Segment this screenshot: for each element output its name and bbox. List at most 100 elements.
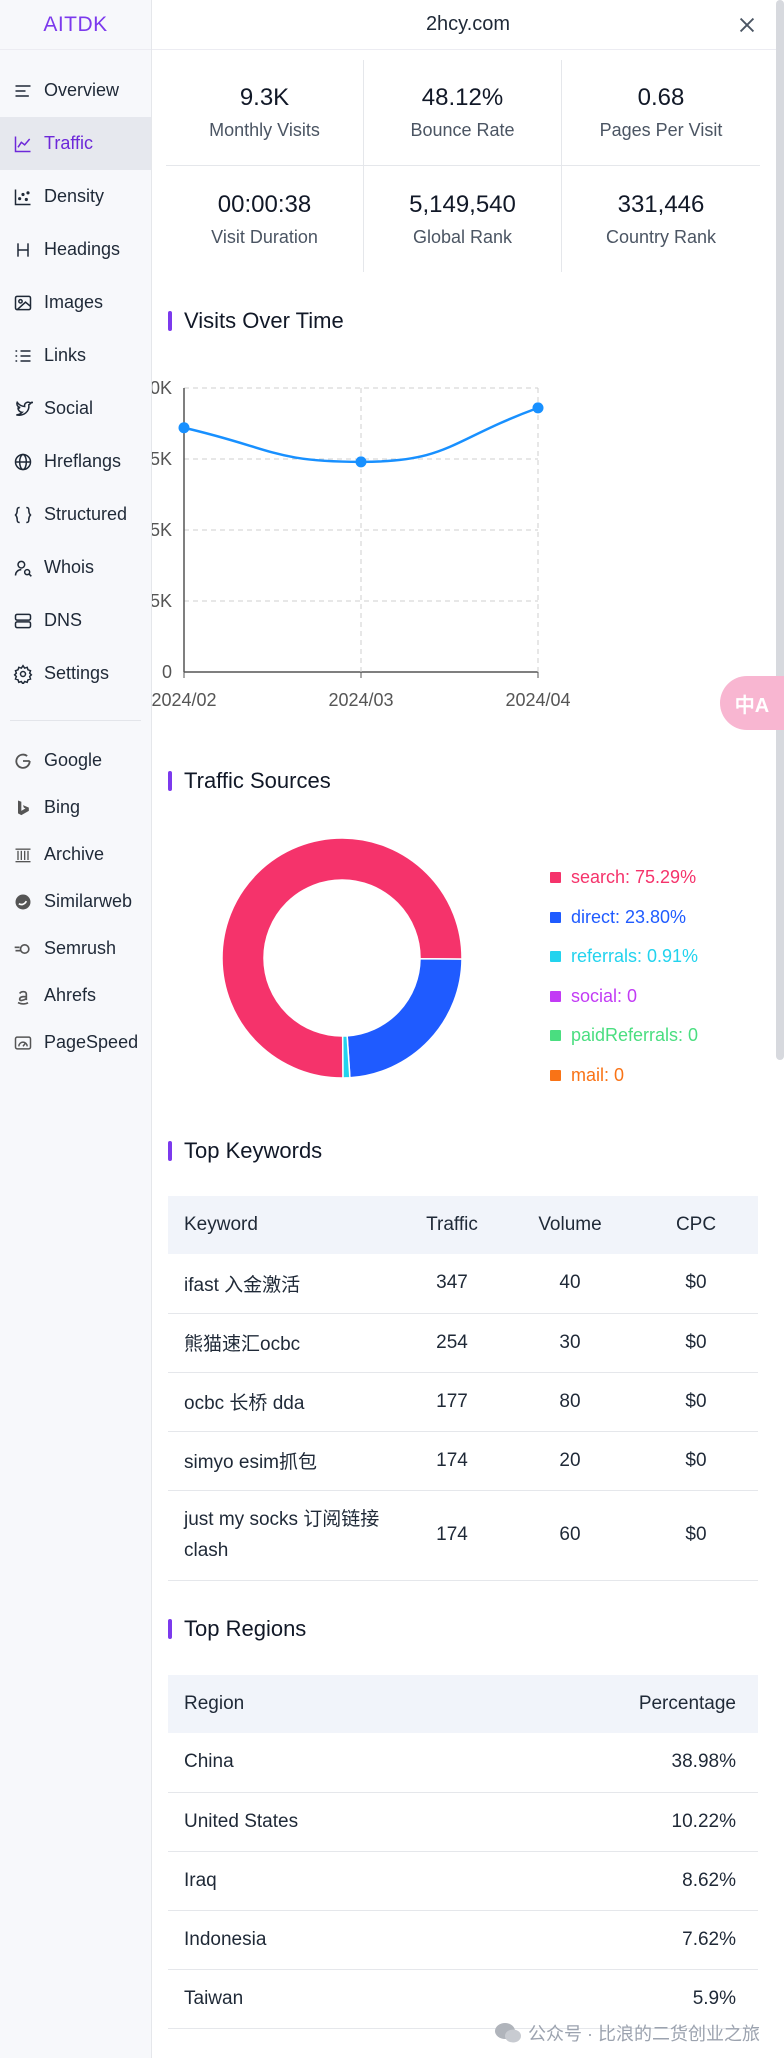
sidebar: AITDK Overview Traffic Density Headings … xyxy=(0,0,152,2058)
stat-value: 5,149,540 xyxy=(409,190,516,218)
section-accent-bar xyxy=(168,1619,172,1639)
sidebar-divider xyxy=(10,720,141,721)
density-icon xyxy=(12,186,34,208)
stat-country-rank: 331,446 Country Rank xyxy=(562,166,760,272)
brand-logo[interactable]: AITDK xyxy=(0,0,151,50)
external-link-pagespeed[interactable]: PageSpeed xyxy=(0,1019,151,1066)
column-header[interactable]: CPC xyxy=(634,1196,758,1254)
data-point xyxy=(355,456,367,468)
legend-item-social[interactable]: social: 0 xyxy=(550,977,698,1017)
stat-value: 00:00:38 xyxy=(217,190,312,218)
social-icon xyxy=(12,398,34,420)
sidebar-item-settings[interactable]: Settings xyxy=(0,647,151,700)
watermark: 公众号 · 比浪的二货创业之旅 xyxy=(494,2020,760,2046)
percentage-cell: 10.22% xyxy=(475,1792,758,1852)
globe-icon xyxy=(12,451,34,473)
translate-button[interactable]: 中A xyxy=(720,676,784,730)
section-title-sources: Traffic Sources xyxy=(168,768,331,794)
similarweb-icon xyxy=(12,891,34,913)
sidebar-item-whois[interactable]: Whois xyxy=(0,541,151,594)
sidebar-item-overview[interactable]: Overview xyxy=(0,64,151,117)
region-cell: Iraq xyxy=(168,1851,476,1911)
keyword-cell: 熊猫速汇ocbc xyxy=(168,1313,398,1373)
legend-label: referrals: 0.91% xyxy=(571,946,699,967)
traffic-cell: 174 xyxy=(398,1431,506,1491)
legend-swatch xyxy=(550,1069,561,1081)
sidebar-item-headings[interactable]: Headings xyxy=(0,223,151,276)
sidebar-item-label: Hreflangs xyxy=(44,451,122,471)
column-header[interactable]: Keyword xyxy=(168,1196,398,1254)
section-accent-bar xyxy=(168,1141,172,1161)
percentage-cell: 38.98% xyxy=(475,1733,758,1793)
region-cell: China xyxy=(168,1733,476,1793)
bing-icon xyxy=(12,797,34,819)
volume-cell: 60 xyxy=(506,1490,634,1581)
sidebar-item-label: Density xyxy=(44,186,105,206)
table-row: ifast 入金激活 347 40 $0 xyxy=(168,1254,758,1314)
external-link-similarweb[interactable]: Similarweb xyxy=(0,878,151,925)
section-title-text: Top Keywords xyxy=(184,1138,323,1163)
main-panel: 2hcy.com 9.3K Monthly Visits 48.12% Boun… xyxy=(152,0,784,2058)
percentage-cell: 8.62% xyxy=(475,1851,758,1911)
translate-icon: 中A xyxy=(734,694,770,717)
cpc-cell: $0 xyxy=(634,1372,758,1432)
close-button[interactable] xyxy=(734,12,760,38)
external-link-ahrefs[interactable]: Ahrefs xyxy=(0,972,151,1019)
keyword-cell: ifast 入金激活 xyxy=(168,1254,398,1314)
external-link-label: Semrush xyxy=(44,938,117,958)
stat-label: Monthly Visits xyxy=(209,120,320,140)
sidebar-item-images[interactable]: Images xyxy=(0,276,151,329)
column-header[interactable]: Percentage xyxy=(475,1675,758,1733)
visits-line-chart: 0 2.5K 5K 7.5K 10K 2024/02 2024/03 2024/04 xyxy=(152,378,571,710)
sidebar-item-structured[interactable]: Structured xyxy=(0,488,151,541)
cpc-cell: $0 xyxy=(634,1254,758,1314)
volume-cell: 30 xyxy=(506,1313,634,1373)
volume-cell: 40 xyxy=(506,1254,634,1314)
sidebar-item-dns[interactable]: DNS xyxy=(0,594,151,647)
legend-item-paidReferrals[interactable]: paidReferrals: 0 xyxy=(550,1016,698,1056)
legend-swatch xyxy=(550,1030,561,1042)
y-tick-label: 0 xyxy=(162,662,172,682)
legend-label: direct: 23.80% xyxy=(571,906,687,927)
x-tick-label: 2024/04 xyxy=(505,690,570,710)
legend-swatch xyxy=(550,872,561,884)
external-link-archive[interactable]: Archive xyxy=(0,831,151,878)
table-row: simyo esim抓包 174 20 $0 xyxy=(168,1431,758,1491)
stat-value: 9.3K xyxy=(239,84,290,111)
headings-icon xyxy=(12,239,34,261)
sidebar-item-social[interactable]: Social xyxy=(0,382,151,435)
stat-bounce-rate: 48.12% Bounce Rate xyxy=(364,60,562,166)
table-row: Indonesia 7.62% xyxy=(168,1910,758,1970)
table-row: ocbc 长桥 dda 177 80 $0 xyxy=(168,1372,758,1432)
volume-cell: 80 xyxy=(506,1372,634,1432)
external-link-bing[interactable]: Bing xyxy=(0,784,151,831)
close-icon xyxy=(739,17,755,33)
semrush-icon xyxy=(12,938,34,960)
legend-item-mail[interactable]: mail: 0 xyxy=(550,1056,698,1096)
x-tick-label: 2024/03 xyxy=(328,690,393,710)
sidebar-item-density[interactable]: Density xyxy=(0,170,151,223)
legend-item-referrals[interactable]: referrals: 0.91% xyxy=(550,937,698,977)
table-row: 熊猫速汇ocbc 254 30 $0 xyxy=(168,1313,758,1373)
table-row: United States 10.22% xyxy=(168,1792,758,1852)
sidebar-item-links[interactable]: Links xyxy=(0,329,151,382)
table-row: just my socks 订阅链接 clash 174 60 $0 xyxy=(168,1490,758,1581)
sidebar-nav: Overview Traffic Density Headings Images… xyxy=(0,50,151,700)
sidebar-item-traffic[interactable]: Traffic xyxy=(0,117,151,170)
section-accent-bar xyxy=(168,311,172,331)
archive-icon xyxy=(12,844,34,866)
stat-label: Visit Duration xyxy=(211,226,318,247)
column-header[interactable]: Traffic xyxy=(398,1196,506,1254)
external-link-google[interactable]: Google xyxy=(0,737,151,784)
keyword-cell: just my socks 订阅链接 clash xyxy=(168,1490,398,1581)
column-header[interactable]: Region xyxy=(168,1675,476,1733)
legend-item-search[interactable]: search: 75.29% xyxy=(550,858,698,898)
ahrefs-icon xyxy=(12,985,34,1007)
cpc-cell: $0 xyxy=(634,1431,758,1491)
stat-pages-per-visit: 0.68 Pages Per Visit xyxy=(562,60,760,166)
column-header[interactable]: Volume xyxy=(506,1196,634,1254)
external-link-semrush[interactable]: Semrush xyxy=(0,925,151,972)
sidebar-item-hreflangs[interactable]: Hreflangs xyxy=(0,435,151,488)
y-tick-label: 7.5K xyxy=(152,449,172,469)
legend-item-direct[interactable]: direct: 23.80% xyxy=(550,898,698,938)
